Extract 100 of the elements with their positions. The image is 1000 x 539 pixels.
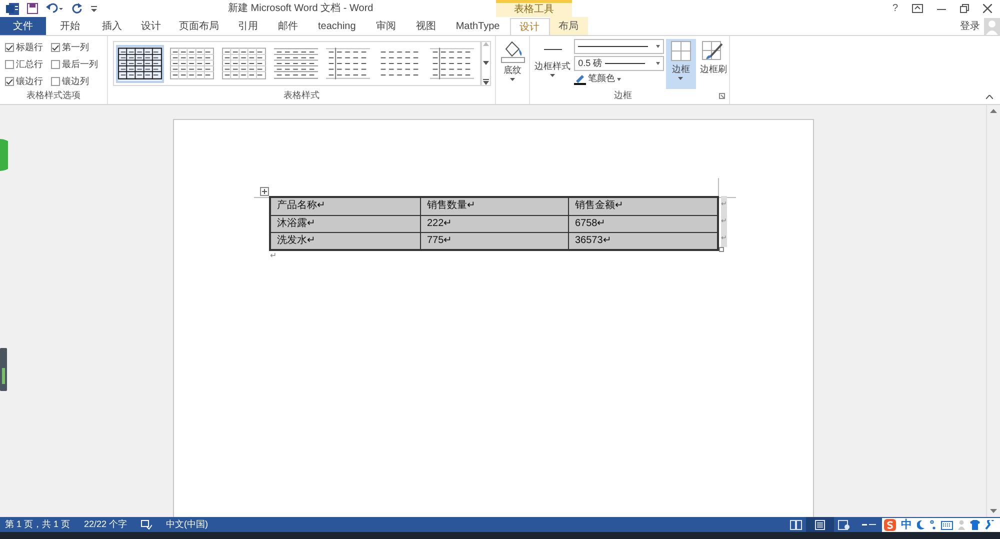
table-style-thumbnail[interactable] [428,44,476,82]
checkbox[interactable] [5,43,14,52]
redo-icon[interactable] [72,3,83,14]
table-resize-handle[interactable] [719,247,724,252]
status-item[interactable]: 22/22 个字 [84,518,128,532]
gallery-scrollbar[interactable] [481,41,491,86]
zoom-out-icon[interactable] [862,523,876,526]
caret-icon [550,74,556,76]
keyboard-icon[interactable] [941,520,953,530]
solid-line-icon [578,46,648,48]
checkbox[interactable] [5,77,14,86]
ribbon-display-icon[interactable] [912,4,923,13]
level-meter-icon[interactable] [0,348,8,391]
scroll-down-icon[interactable] [990,509,997,513]
borders-button[interactable]: 边框 [666,39,696,89]
checkbox-option[interactable]: 镶边行 [5,75,51,88]
read-mode-icon[interactable] [790,520,802,530]
caret-icon [656,45,660,48]
table-style-thumbnail[interactable] [324,44,372,82]
ribbon-tab[interactable]: 插入 [92,17,132,35]
table-cell: 销售数量↵ [420,198,568,215]
customize-caret-icon[interactable] [91,6,97,12]
table-cell-text: 产品名称↵ [276,198,326,213]
checkbox-option[interactable]: 最后一列 [51,58,107,71]
status-item[interactable]: 第 1 页，共 1 页 [5,518,70,532]
group-label: 表格样式 [282,88,320,102]
scroll-down-icon[interactable] [483,60,489,64]
ribbon-tab[interactable]: 布局 [550,17,588,35]
collapse-ribbon-icon[interactable] [986,95,993,99]
gallery-more-icon[interactable] [483,79,489,85]
dialog-launcher-icon[interactable] [719,92,725,99]
line-weight-dropdown[interactable]: 0.5 磅 [574,56,664,71]
checkbox[interactable] [51,77,60,86]
web-layout-icon[interactable] [838,520,850,530]
save-icon[interactable] [27,3,38,14]
moon-icon[interactable] [917,520,925,530]
checkbox-option[interactable]: 汇总行 [5,58,51,71]
wrench-icon[interactable] [985,520,994,530]
ribbon-tab[interactable]: 视图 [406,17,446,35]
table-style-thumbnail[interactable] [168,44,216,82]
ribbon-tab[interactable]: 文件 [0,17,46,35]
shading-button[interactable]: 底纹 [496,36,530,104]
pen-color-button[interactable]: 笔颜色 [574,73,664,85]
status-item[interactable]: 中文(中国) [166,518,208,532]
ribbon-tab[interactable]: 设计 [510,18,550,36]
table-cell-text: 洗发水↵ [276,234,316,248]
undo-icon[interactable] [46,3,64,14]
vertical-scrollbar[interactable] [986,105,1000,517]
restore-icon[interactable] [960,4,969,13]
ribbon-tab[interactable]: 设计 [132,17,170,35]
context-tab-group-title: 表格工具 [496,0,572,17]
print-layout-button[interactable] [806,517,834,532]
table-style-thumbnail[interactable] [220,44,268,82]
checkbox[interactable] [51,60,60,69]
punctuation-icon[interactable] [930,520,936,530]
window-title: 新建 Microsoft Word 文档 - Word [228,2,374,16]
borders-grid-icon [670,41,691,61]
table-cell: 销售金额↵ [568,198,717,215]
checkbox-option[interactable]: 镶边列 [51,75,107,88]
checkbox[interactable] [51,43,60,52]
caret-icon [617,78,622,80]
shirt-icon[interactable] [970,520,980,530]
ribbon-tab[interactable]: 页面布局 [170,17,228,35]
table-cell: 36573↵ [568,233,717,249]
word-logo-icon [6,2,19,14]
ribbon-tab[interactable]: MathType [446,17,510,35]
scroll-up-icon[interactable] [990,109,997,113]
line-style-dropdown[interactable] [574,39,664,54]
ribbon-tab[interactable]: 审阅 [366,17,406,35]
paint-bucket-icon [500,39,524,63]
ribbon-tab[interactable]: 开始 [48,17,92,35]
close-icon[interactable] [983,4,992,13]
table-cell-text: 沐浴露↵ [276,216,316,231]
sogou-logo-icon[interactable] [884,519,896,531]
table-cell: 6758↵ [568,216,717,232]
help-button[interactable]: ? [892,1,898,16]
border-line-icon [544,49,562,51]
border-styles-button[interactable]: 边框样式 [533,39,572,89]
group-label: 表格样式选项 [26,88,82,102]
ime-toolbar[interactable]: 中 [882,518,1000,532]
table-cell: 222↵ [420,216,568,232]
input-mode-toggle[interactable]: 中 [901,519,912,531]
caret-icon [678,76,684,80]
border-painter-button[interactable]: 边框刷 [698,39,729,89]
table-cell: 775↵ [420,233,568,249]
checkbox-option[interactable]: 第一列 [51,41,107,54]
caret-icon [656,62,660,65]
table-move-handle-icon[interactable] [260,187,269,196]
ribbon-tab[interactable]: 引用 [228,17,268,35]
table-style-thumbnail[interactable] [116,44,164,82]
ribbon-tab[interactable]: 邮件 [268,17,308,35]
sign-in-link[interactable]: 登录 [960,19,980,34]
checkbox[interactable] [5,60,14,69]
paragraph-mark: ↵ [270,251,278,260]
page-icon [815,520,825,530]
proofing-icon[interactable] [141,520,152,530]
checkbox-option[interactable]: 标题行 [5,41,51,54]
ribbon-tab[interactable]: teaching [308,17,366,35]
solid-line-icon [605,62,646,64]
pen-icon [574,74,586,84]
